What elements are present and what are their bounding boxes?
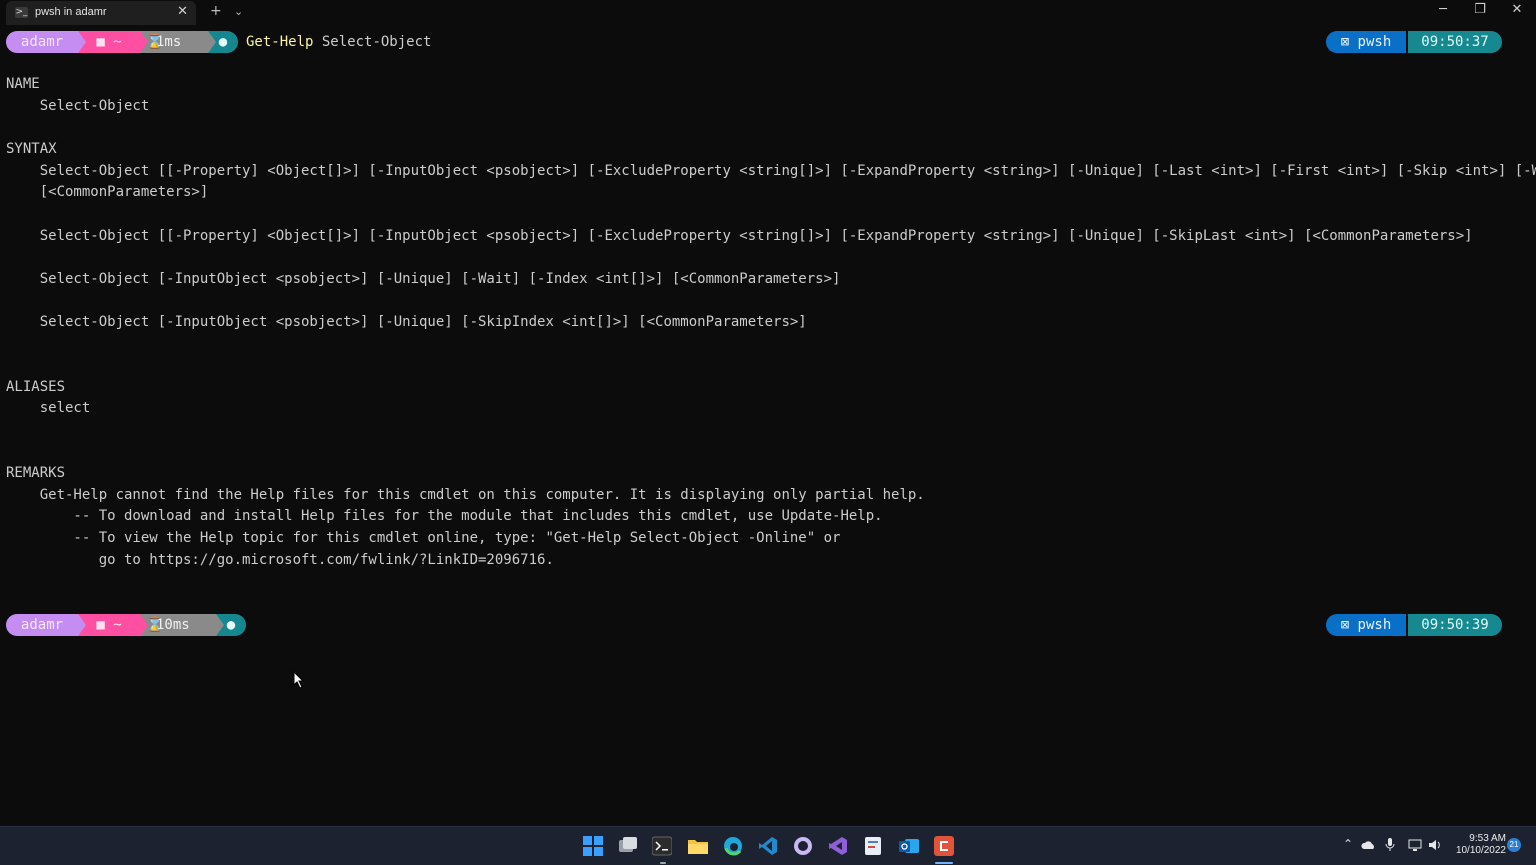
syntax-line: Select-Object [[-Property] <Object[]>] [… xyxy=(6,163,1536,179)
prompt-time: 09:50:37 xyxy=(1408,31,1502,53)
mouse-cursor-icon xyxy=(293,671,305,689)
edge-icon[interactable] xyxy=(723,836,743,856)
prompt-line-2[interactable]: adamr ■ ~ ⌛ 10ms ● xyxy=(6,614,256,636)
shell-label: ⊠ pwsh xyxy=(1326,31,1406,53)
close-button[interactable]: ✕ xyxy=(1502,2,1532,17)
prompt-duration: ⌛ 1ms xyxy=(140,31,208,53)
prompt-line-1: adamr ■ ~ ⌛ 1ms ● xyxy=(6,31,246,53)
syntax-line: Select-Object [[-Property] <Object[]>] [… xyxy=(6,228,1473,244)
syntax-line: Select-Object [-InputObject <psobject>] … xyxy=(6,271,841,287)
prompt-duration: ⌛ 10ms xyxy=(140,614,216,636)
help-remarks-header: REMARKS xyxy=(6,465,66,481)
segment-separator xyxy=(78,614,86,636)
segment-separator xyxy=(208,31,216,53)
title-bar: >_ pwsh in adamr ✕ + ⌄ ─ ❐ ✕ xyxy=(0,0,1536,26)
visual-studio-icon[interactable] xyxy=(828,836,848,856)
remarks-line: -- To download and install Help files fo… xyxy=(6,508,883,524)
remarks-line: Get-Help cannot find the Help files for … xyxy=(6,487,925,503)
tab-title: pwsh in adamr xyxy=(35,6,107,18)
onedrive-icon[interactable] xyxy=(1361,840,1375,850)
restore-button[interactable]: ❐ xyxy=(1465,2,1495,17)
help-aliases-header: ALIASES xyxy=(6,379,66,395)
command-input-1: Get-Help Select-Object xyxy=(246,32,431,52)
file-explorer-icon[interactable] xyxy=(688,836,708,856)
segment-separator xyxy=(216,614,224,636)
syntax-line: [<CommonParameters>] xyxy=(6,184,209,200)
clock-date: 10/10/2022 xyxy=(1455,845,1506,856)
help-name-value: Select-Object xyxy=(6,98,150,114)
syntax-line: Select-Object [-InputObject <psobject>] … xyxy=(6,314,807,330)
prompt-user: adamr xyxy=(6,614,78,636)
help-syntax-header: SYNTAX xyxy=(6,141,57,157)
terminal-icon[interactable] xyxy=(652,836,672,856)
github-icon[interactable] xyxy=(793,836,813,856)
start-icon[interactable] xyxy=(583,836,603,856)
taskbar: ⌃ 9:53 AM 10/10/2022 xyxy=(0,826,1536,865)
prompt-directory: ■ ~ xyxy=(78,31,140,53)
taskbar-clock[interactable]: 9:53 AM 10/10/2022 xyxy=(1450,833,1506,857)
chevron-up-icon[interactable]: ⌃ xyxy=(1343,837,1353,851)
prompt-directory: ■ ~ xyxy=(78,614,140,636)
powershell-icon: >_ xyxy=(15,7,28,18)
right-prompt-2: ⊠ pwsh 09:50:39 xyxy=(1326,614,1504,636)
camtasia-icon[interactable] xyxy=(934,836,954,856)
hourglass-icon: ⌛ xyxy=(146,34,164,50)
microphone-icon[interactable] xyxy=(1385,838,1395,852)
prompt-time: 09:50:39 xyxy=(1408,614,1502,636)
segment-separator xyxy=(78,31,86,53)
outlook-icon[interactable] xyxy=(899,836,919,856)
command-argument: Select-Object xyxy=(321,34,432,50)
minimize-button[interactable]: ─ xyxy=(1428,2,1458,17)
volume-icon[interactable] xyxy=(1428,838,1442,852)
prompt-user: adamr xyxy=(6,31,78,53)
shell-label: ⊠ pwsh xyxy=(1326,614,1406,636)
task-view-icon[interactable] xyxy=(618,836,638,856)
hourglass-icon: ⌛ xyxy=(146,617,164,633)
segment-separator xyxy=(140,31,148,53)
tab-pwsh[interactable]: >_ pwsh in adamr ✕ xyxy=(6,1,196,25)
tab-close-icon[interactable]: ✕ xyxy=(177,4,188,19)
notification-badge[interactable]: 21 xyxy=(1507,838,1521,852)
remarks-line: go to https://go.microsoft.com/fwlink/?L… xyxy=(6,552,554,568)
help-aliases-value: select xyxy=(6,400,91,416)
help-name-header: NAME xyxy=(6,76,40,92)
new-tab-button[interactable]: + xyxy=(210,3,222,19)
vscode-icon[interactable] xyxy=(758,836,778,856)
clock-time: 9:53 AM xyxy=(1469,833,1506,844)
segment-separator xyxy=(140,614,148,636)
paint-icon[interactable] xyxy=(863,836,883,856)
command-keyword: Get-Help xyxy=(246,34,314,50)
tab-dropdown-button[interactable]: ⌄ xyxy=(234,5,243,18)
remarks-line: -- To view the Help topic for this cmdle… xyxy=(6,530,841,546)
right-prompt-1: ⊠ pwsh 09:50:37 xyxy=(1326,31,1504,53)
network-icon[interactable] xyxy=(1408,838,1422,852)
